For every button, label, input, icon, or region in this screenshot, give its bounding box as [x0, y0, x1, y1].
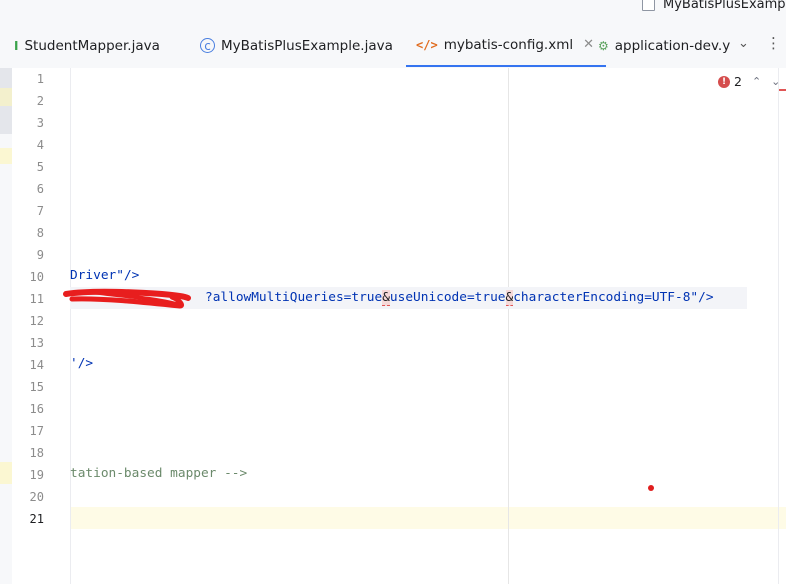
code-line-14[interactable]: '/>	[70, 353, 93, 375]
line-number[interactable]: 15	[12, 376, 44, 398]
error-icon: !	[718, 75, 730, 88]
error-stripe-marker[interactable]	[779, 89, 786, 91]
line-number[interactable]: 6	[12, 178, 44, 200]
line-number[interactable]: 14	[12, 354, 44, 376]
line-number[interactable]: 9	[12, 244, 44, 266]
line-number[interactable]: 16	[12, 398, 44, 420]
tag-close: />	[77, 356, 94, 371]
class-icon: c	[200, 38, 215, 53]
tab-label: application-dev.y	[614, 37, 731, 54]
line-number[interactable]: 8	[12, 222, 44, 244]
tag-close: />	[123, 268, 140, 283]
title-bar: MyBatisPlusExample	[0, 0, 786, 24]
close-icon[interactable]: ✕	[583, 37, 594, 52]
line-number[interactable]: 10	[12, 266, 44, 288]
tab-mybatis-config[interactable]: </> mybatis-config.xml ✕	[406, 24, 607, 67]
attr-value: '	[70, 356, 78, 371]
tab-application-dev[interactable]: ⚙ application-dev.y	[598, 24, 730, 67]
tab-label: StudentMapper.java	[24, 37, 160, 54]
tab-label: mybatis-config.xml	[443, 36, 574, 53]
line-number[interactable]: 12	[12, 310, 44, 332]
tag-close: />	[698, 290, 714, 305]
project-icon	[642, 0, 655, 11]
line-number[interactable]: 13	[12, 332, 44, 354]
inspection-widget[interactable]: ! 2 ⌃ ⌄	[718, 74, 780, 89]
chevron-down-icon[interactable]: ⌄	[738, 36, 749, 51]
code-line-19[interactable]: tation-based mapper -->	[70, 463, 247, 485]
line-number[interactable]: 1	[12, 68, 44, 90]
tab-mybatis-plus-example[interactable]: c MyBatisPlusExample.java	[200, 24, 393, 67]
line-number[interactable]: 19	[12, 464, 44, 486]
editor-tab-bar: I StudentMapper.java c MyBatisPlusExampl…	[0, 24, 786, 69]
tab-label: MyBatisPlusExample.java	[221, 37, 393, 54]
more-options-icon[interactable]: ⋮	[766, 34, 781, 52]
url-param: characterEncoding=UTF-8"	[513, 290, 699, 305]
code-line-11[interactable]: ?allowMultiQueries=true&useUnicode=true&…	[205, 287, 714, 309]
url-param: ?allowMultiQueries=true	[205, 290, 383, 305]
url-param: useUnicode=true	[389, 290, 506, 305]
tab-student-mapper[interactable]: I StudentMapper.java	[14, 24, 160, 67]
xml-icon: </>	[416, 37, 438, 52]
red-dot-mark	[648, 485, 654, 491]
yaml-icon: ⚙	[598, 38, 609, 53]
line-number[interactable]: 4	[12, 134, 44, 156]
xml-comment: tation-based mapper -->	[70, 466, 248, 481]
line-number-current[interactable]: 21	[12, 508, 44, 530]
current-line-highlight	[12, 507, 786, 529]
line-number[interactable]: 2	[12, 90, 44, 112]
interface-icon: I	[14, 38, 19, 53]
code-editor[interactable]: 1 2 3 4 5 6 7 8 9 10 11 12 13 14 15 16 1…	[0, 68, 786, 584]
strip-segment	[0, 88, 12, 106]
editor-right-border	[778, 68, 779, 584]
project-title[interactable]: MyBatisPlusExample	[663, 0, 786, 12]
left-tool-strip	[0, 68, 12, 584]
code-line-10[interactable]: Driver"/>	[70, 265, 139, 287]
right-margin-guide	[508, 68, 509, 584]
amp-error[interactable]: &	[382, 290, 390, 306]
redaction-scribble	[63, 288, 191, 309]
strip-segment	[0, 148, 12, 164]
line-number[interactable]: 20	[12, 486, 44, 508]
attr-value: Driver"	[70, 268, 124, 283]
strip-segment	[0, 462, 12, 484]
error-count[interactable]: 2	[734, 74, 742, 89]
line-number[interactable]: 18	[12, 442, 44, 464]
line-number[interactable]: 7	[12, 200, 44, 222]
line-number[interactable]: 11	[12, 288, 44, 310]
next-highlight-icon[interactable]: ⌄	[771, 75, 780, 88]
line-number[interactable]: 3	[12, 112, 44, 134]
line-number[interactable]: 5	[12, 156, 44, 178]
line-number[interactable]: 17	[12, 420, 44, 442]
previous-highlight-icon[interactable]: ⌃	[752, 75, 761, 88]
